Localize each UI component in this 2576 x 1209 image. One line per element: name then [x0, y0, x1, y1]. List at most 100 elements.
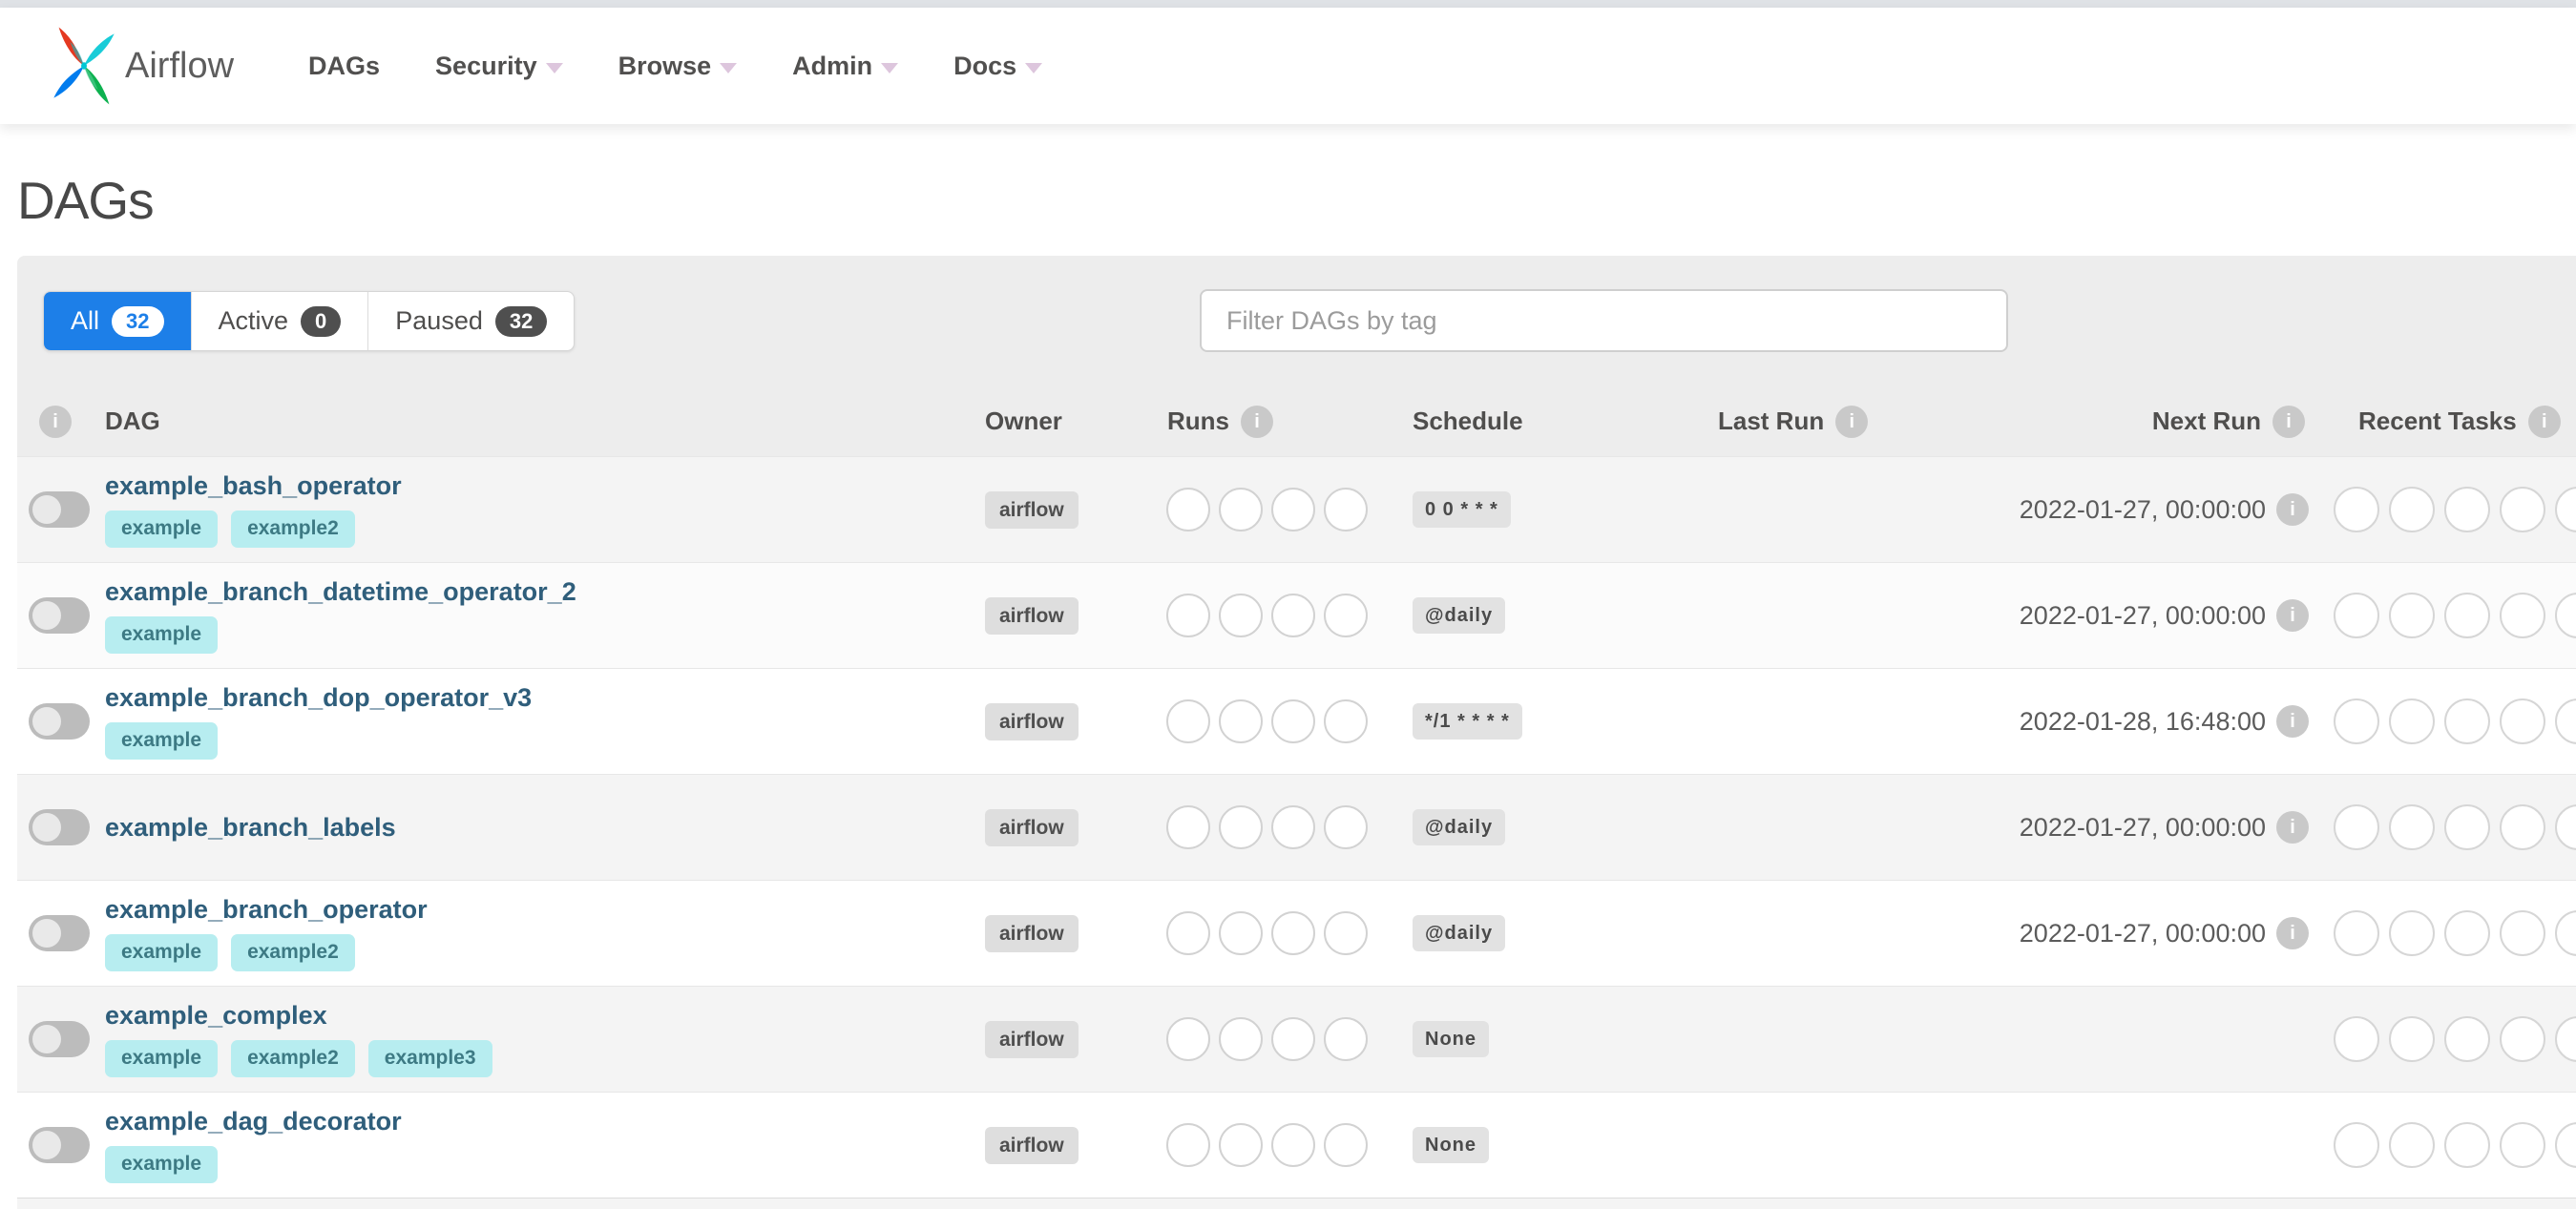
column-header-runs[interactable]: Runs: [1167, 406, 1229, 436]
recent-task-circle[interactable]: [2500, 804, 2545, 850]
dag-link[interactable]: example_bash_operator: [105, 471, 402, 501]
dag-tag[interactable]: example: [105, 1040, 219, 1077]
recent-task-circle[interactable]: [2334, 487, 2379, 532]
column-header-schedule[interactable]: Schedule: [1413, 406, 1523, 436]
recent-task-circle[interactable]: [2555, 804, 2576, 850]
column-header-recent-tasks[interactable]: Recent Tasks: [2358, 406, 2517, 436]
dag-tag[interactable]: example: [105, 511, 219, 548]
run-status-circle[interactable]: [1219, 805, 1263, 849]
recent-task-circle[interactable]: [2444, 487, 2490, 532]
dag-tag[interactable]: example: [105, 722, 219, 760]
run-status-circle[interactable]: [1324, 1017, 1368, 1061]
nav-item-docs[interactable]: Docs: [953, 52, 1043, 81]
recent-task-circle[interactable]: [2555, 1122, 2576, 1168]
column-header-dag[interactable]: DAG: [105, 406, 160, 436]
dag-tag[interactable]: example3: [367, 1040, 492, 1077]
run-status-circle[interactable]: [1219, 1017, 1263, 1061]
dag-tag[interactable]: example2: [231, 511, 355, 548]
recent-task-circle[interactable]: [2444, 910, 2490, 956]
recent-task-circle[interactable]: [2555, 487, 2576, 532]
recent-task-circle[interactable]: [2500, 593, 2545, 638]
recent-task-circle[interactable]: [2389, 910, 2435, 956]
run-status-circle[interactable]: [1271, 911, 1315, 955]
dag-pause-toggle[interactable]: [29, 809, 90, 845]
run-status-circle[interactable]: [1324, 699, 1368, 743]
recent-task-circle[interactable]: [2334, 698, 2379, 744]
run-status-circle[interactable]: [1324, 1123, 1368, 1167]
recent-task-circle[interactable]: [2389, 804, 2435, 850]
recent-task-circle[interactable]: [2389, 698, 2435, 744]
info-icon[interactable]: i: [2527, 405, 2561, 438]
run-status-circle[interactable]: [1219, 911, 1263, 955]
recent-task-circle[interactable]: [2444, 804, 2490, 850]
dag-link[interactable]: example_branch_operator: [105, 895, 428, 925]
run-status-circle[interactable]: [1271, 805, 1315, 849]
dag-link[interactable]: example_branch_dop_operator_v3: [105, 683, 532, 713]
info-icon[interactable]: i: [2276, 811, 2309, 844]
dag-tag[interactable]: example2: [231, 934, 355, 971]
recent-task-circle[interactable]: [2389, 1122, 2435, 1168]
recent-task-circle[interactable]: [2444, 593, 2490, 638]
run-status-circle[interactable]: [1219, 1123, 1263, 1167]
info-icon[interactable]: i: [2276, 917, 2309, 949]
dag-pause-toggle[interactable]: [29, 597, 90, 634]
recent-task-circle[interactable]: [2334, 1016, 2379, 1062]
dag-link[interactable]: example_branch_datetime_operator_2: [105, 577, 576, 607]
recent-task-circle[interactable]: [2555, 1016, 2576, 1062]
recent-task-circle[interactable]: [2444, 1016, 2490, 1062]
run-status-circle[interactable]: [1166, 699, 1210, 743]
recent-task-circle[interactable]: [2555, 698, 2576, 744]
column-header-owner[interactable]: Owner: [985, 406, 1062, 436]
dag-pause-toggle[interactable]: [29, 703, 90, 740]
dag-tag[interactable]: example: [105, 616, 219, 654]
info-icon[interactable]: i: [1241, 405, 1273, 438]
recent-task-circle[interactable]: [2334, 593, 2379, 638]
run-status-circle[interactable]: [1219, 488, 1263, 532]
nav-item-dags[interactable]: DAGs: [308, 52, 380, 81]
info-icon[interactable]: i: [2276, 493, 2309, 526]
run-status-circle[interactable]: [1324, 805, 1368, 849]
run-status-circle[interactable]: [1219, 594, 1263, 637]
run-status-circle[interactable]: [1324, 911, 1368, 955]
info-icon[interactable]: i: [2276, 705, 2309, 738]
nav-item-browse[interactable]: Browse: [618, 52, 738, 81]
dag-tag[interactable]: example: [105, 934, 219, 971]
brand[interactable]: Airflow: [52, 26, 234, 106]
nav-item-security[interactable]: Security: [435, 52, 563, 81]
run-status-circle[interactable]: [1271, 1017, 1315, 1061]
run-status-circle[interactable]: [1324, 488, 1368, 532]
run-status-circle[interactable]: [1271, 699, 1315, 743]
recent-task-circle[interactable]: [2444, 698, 2490, 744]
recent-task-circle[interactable]: [2389, 593, 2435, 638]
dag-link[interactable]: example_complex: [105, 1001, 327, 1031]
recent-task-circle[interactable]: [2555, 910, 2576, 956]
recent-task-circle[interactable]: [2389, 1016, 2435, 1062]
recent-task-circle[interactable]: [2389, 487, 2435, 532]
tab-all[interactable]: All 32: [44, 292, 191, 350]
info-icon[interactable]: i: [2272, 405, 2305, 438]
run-status-circle[interactable]: [1271, 594, 1315, 637]
recent-task-circle[interactable]: [2500, 910, 2545, 956]
tab-paused[interactable]: Paused 32: [367, 292, 574, 350]
dag-link[interactable]: example_branch_labels: [105, 813, 396, 843]
dag-tag[interactable]: example2: [231, 1040, 355, 1077]
run-status-circle[interactable]: [1166, 1123, 1210, 1167]
recent-task-circle[interactable]: [2500, 487, 2545, 532]
run-status-circle[interactable]: [1271, 1123, 1315, 1167]
run-status-circle[interactable]: [1324, 594, 1368, 637]
column-header-next-run[interactable]: Next Run: [2152, 406, 2261, 436]
run-status-circle[interactable]: [1219, 699, 1263, 743]
dag-pause-toggle[interactable]: [29, 1127, 90, 1163]
run-status-circle[interactable]: [1271, 488, 1315, 532]
dag-link[interactable]: example_dag_decorator: [105, 1107, 402, 1136]
recent-task-circle[interactable]: [2334, 910, 2379, 956]
dag-pause-toggle[interactable]: [29, 491, 90, 528]
run-status-circle[interactable]: [1166, 805, 1210, 849]
dag-pause-toggle[interactable]: [29, 915, 90, 951]
dag-pause-toggle[interactable]: [29, 1021, 90, 1057]
info-icon[interactable]: i: [39, 405, 72, 438]
info-icon[interactable]: i: [2276, 599, 2309, 632]
recent-task-circle[interactable]: [2500, 1016, 2545, 1062]
filter-dags-by-tag-input[interactable]: [1200, 289, 2008, 352]
nav-item-admin[interactable]: Admin: [792, 52, 899, 81]
